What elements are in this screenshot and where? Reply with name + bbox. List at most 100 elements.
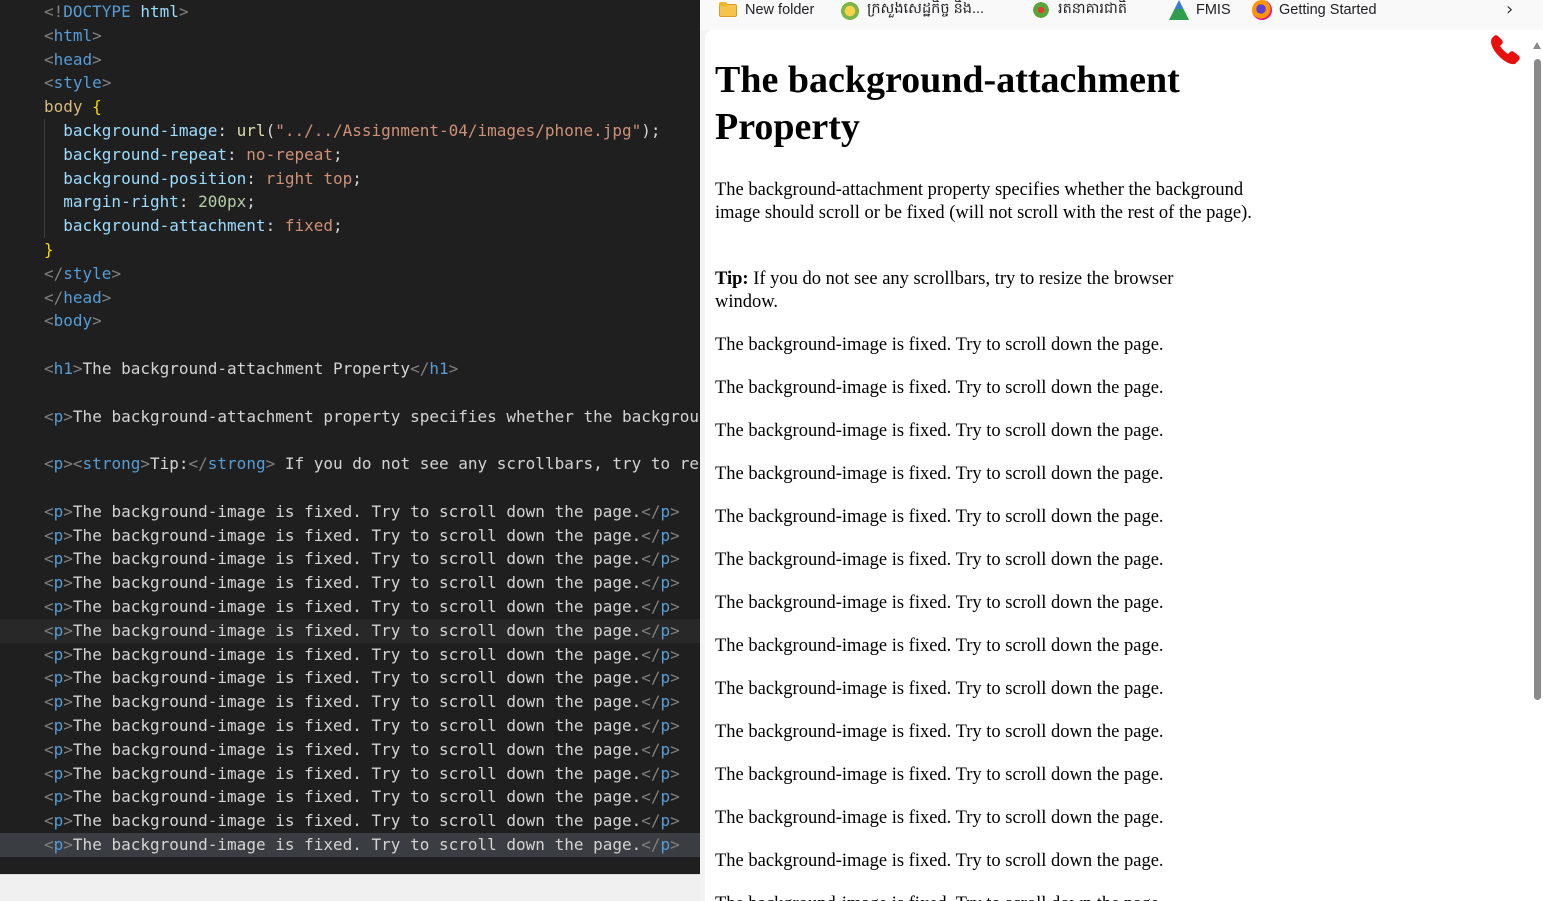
code-text: <p>The background-image is fixed. Try to… [44, 501, 680, 521]
tip-text: If you do not see any scrollbars, try to… [715, 269, 1174, 312]
code-line[interactable]: 8 background-position: right top; [0, 166, 700, 191]
code-text: <p>The background-image is fixed. Try to… [44, 597, 680, 616]
fixed-paragraph: The background-image is fixed. Try to sc… [715, 851, 1164, 871]
bookmark-getting-started[interactable]: Getting Started [1252, 0, 1377, 20]
code-line[interactable]: 27<p>The background-image is fixed. Try … [0, 618, 700, 643]
fixed-paragraph: The background-image is fixed. Try to sc… [715, 808, 1164, 828]
fixed-paragraph: The background-image is fixed. Try to sc… [715, 593, 1164, 613]
code-line[interactable]: 7 background-repeat: no-repeat; [0, 142, 700, 167]
code-line[interactable]: 22<p>The background-image is fixed. Try … [0, 500, 700, 524]
code-text: background-attachment: fixed; [63, 216, 343, 236]
fixed-paragraph: The background-image is fixed. Try to sc… [715, 636, 1164, 656]
code-line[interactable]: 24<p>The background-image is fixed. Try … [0, 547, 700, 571]
code-text: <p>The background-image is fixed. Try to… [44, 835, 680, 854]
bookmark-fmis[interactable]: FMIS [1169, 0, 1231, 20]
code-text: <p>The background-image is fixed. Try to… [44, 549, 680, 569]
code-text: </style> [44, 263, 122, 283]
folder-icon [718, 0, 738, 20]
code-text: <!DOCTYPE html> [44, 2, 189, 21]
code-text: <h1>The background-attachment Property</… [44, 359, 459, 378]
code-line[interactable]: 30<p>The background-image is fixed. Try … [0, 690, 700, 714]
code-text: <p>The background-image is fixed. Try to… [44, 692, 680, 712]
code-line[interactable]: 20<p><strong>Tip:</strong> If you do not… [0, 452, 700, 476]
scroll-up-arrow-icon[interactable] [1533, 42, 1541, 49]
fmis-icon [1169, 0, 1189, 20]
fixed-paragraph: The background-image is fixed. Try to sc… [715, 507, 1164, 527]
code-line[interactable]: 17 [0, 381, 700, 405]
bookmark-label: រតនាគារជាតិ [1058, 0, 1128, 17]
code-line[interactable]: 23<p>The background-image is fixed. Try … [0, 524, 700, 548]
code-line[interactable]: 1<!DOCTYPE html> [0, 0, 700, 24]
code-text: <body> [44, 311, 102, 331]
code-text: <style> [44, 73, 112, 93]
code-text: <p>The background-image is fixed. Try to… [44, 573, 680, 593]
code-line[interactable]: 9 margin-right: 200px; [0, 190, 700, 215]
code-line[interactable]: 5body { [0, 95, 700, 119]
code-text: body { [44, 97, 102, 117]
code-line[interactable]: 6 background-image: url("../../Assignmen… [0, 119, 700, 143]
code-line[interactable]: 34<p>The background-image is fixed. Try … [0, 785, 700, 809]
code-line[interactable]: 31<p>The background-image is fixed. Try … [0, 714, 700, 738]
vertical-scrollbar[interactable] [1531, 42, 1543, 901]
code-line[interactable]: 33<p>The background-image is fixed. Try … [0, 762, 700, 786]
code-text: <p>The background-attachment property sp… [44, 406, 700, 426]
fixed-paragraph: The background-image is fixed. Try to sc… [715, 722, 1164, 742]
code-editor[interactable]: 1<!DOCTYPE html>2<html>3<head>4<style>5b… [0, 0, 700, 901]
scrollbar-thumb[interactable] [1534, 59, 1541, 700]
code-line[interactable]: 36<p>The background-image is fixed. Try … [0, 833, 700, 857]
fixed-paragraph: The background-image is fixed. Try to sc… [715, 550, 1164, 570]
bookmark-label: FMIS [1196, 2, 1231, 18]
tip-paragraph: Tip: If you do not see any scrollbars, t… [715, 268, 1225, 314]
fixed-paragraph: The background-image is fixed. Try to sc… [715, 335, 1164, 355]
emblem-icon [840, 0, 860, 20]
code-text: background-position: right top; [63, 168, 362, 188]
bookmark-label: New folder [745, 2, 815, 18]
code-line[interactable]: 21 [0, 476, 700, 500]
code-line[interactable]: 15 [0, 333, 700, 357]
code-text: background-image: url("../../Assignment-… [63, 121, 661, 140]
code-line[interactable]: 11} [0, 238, 700, 262]
flower-icon [1031, 0, 1051, 20]
code-line[interactable]: 12</style> [0, 262, 700, 286]
code-text: <p>The background-image is fixed. Try to… [44, 620, 680, 640]
code-line[interactable]: 29<p>The background-image is fixed. Try … [0, 666, 700, 690]
code-line[interactable]: 18<p>The background-attachment property … [0, 405, 700, 429]
code-line[interactable]: 32<p>The background-image is fixed. Try … [0, 738, 700, 762]
bookmark-label: Getting Started [1279, 2, 1377, 18]
code-text: </head> [44, 287, 112, 307]
bookmark-treasury[interactable]: រតនាគារជាតិ [1031, 0, 1127, 20]
code-line[interactable]: 16<h1>The background-attachment Property… [0, 357, 700, 381]
code-line[interactable]: 3<head> [0, 48, 700, 72]
code-line[interactable]: 13</head> [0, 286, 700, 310]
fixed-paragraph: The background-image is fixed. Try to sc… [715, 679, 1164, 699]
code-text: } [44, 240, 54, 259]
code-text: <head> [44, 49, 102, 69]
code-line[interactable]: 26<p>The background-image is fixed. Try … [0, 595, 700, 619]
code-text: background-repeat: no-repeat; [63, 144, 343, 164]
code-text: <p><strong>Tip:</strong> If you do not s… [44, 454, 700, 474]
fixed-paragraph: The background-image is fixed. Try to sc… [715, 421, 1164, 441]
code-line[interactable]: 2<html> [0, 24, 700, 48]
code-text: <p>The background-image is fixed. Try to… [44, 644, 680, 664]
code-line[interactable]: 19 [0, 428, 700, 452]
code-line[interactable]: 25<p>The background-image is fixed. Try … [0, 571, 700, 595]
code-lines[interactable]: 1<!DOCTYPE html>2<html>3<head>4<style>5b… [0, 0, 700, 874]
bookmark-ministry[interactable]: ក្រសួងសេដ្ឋកិច្ច និង... [840, 0, 984, 20]
page-viewport[interactable]: The background-attachment Property The b… [705, 30, 1543, 901]
code-line[interactable]: 4<style> [0, 71, 700, 95]
code-text: <p>The background-image is fixed. Try to… [44, 716, 680, 735]
fixed-paragraph: The background-image is fixed. Try to sc… [715, 765, 1164, 785]
bookmark-new-folder[interactable]: New folder [718, 0, 814, 20]
code-line[interactable]: 28<p>The background-image is fixed. Try … [0, 643, 700, 667]
code-text: <p>The background-image is fixed. Try to… [44, 739, 680, 759]
code-text: <html> [44, 25, 102, 45]
code-text: <p>The background-image is fixed. Try to… [44, 811, 680, 831]
horizontal-scrollbar[interactable] [0, 874, 700, 901]
code-line[interactable]: 10 background-attachment: fixed; [0, 214, 700, 238]
chevron-right-icon[interactable]: › [1506, 0, 1513, 20]
code-line[interactable]: 14<body> [0, 309, 700, 333]
code-line[interactable]: 35<p>The background-image is fixed. Try … [0, 809, 700, 833]
fixed-paragraph: The background-image is fixed. Try to sc… [715, 378, 1164, 398]
tip-label: Tip: [715, 269, 749, 289]
code-text: <p>The background-image is fixed. Try to… [44, 525, 680, 545]
